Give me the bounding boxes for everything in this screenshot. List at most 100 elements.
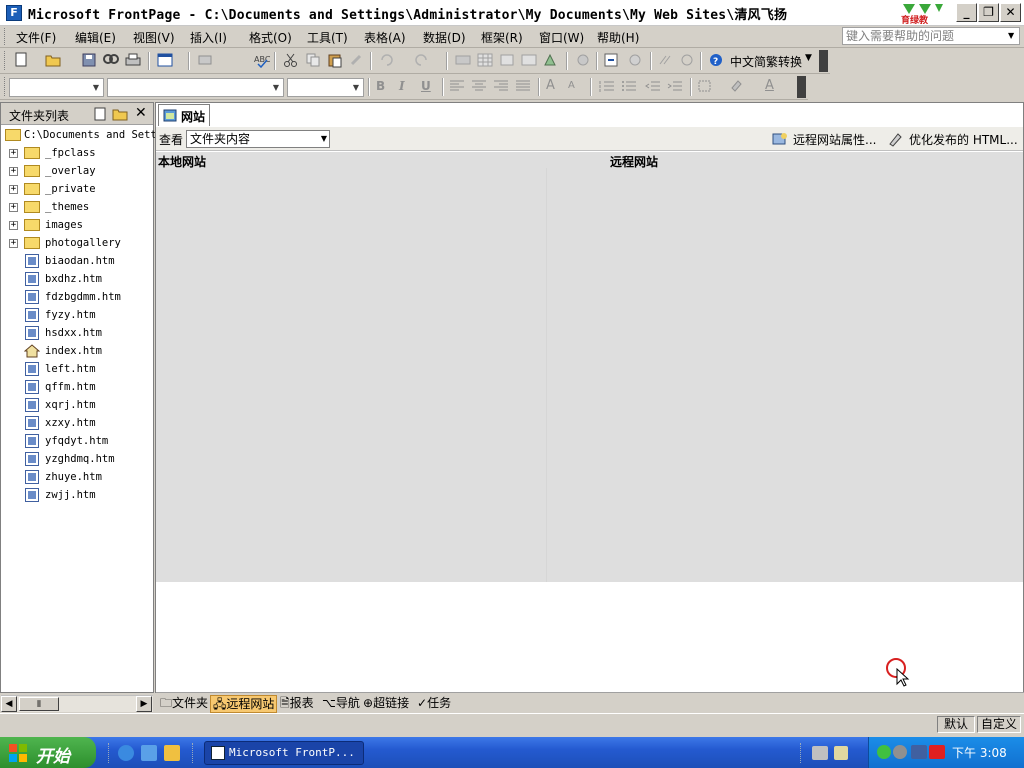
copy-icon[interactable] (304, 52, 322, 68)
tree-file[interactable]: biaodan.htm (1, 252, 153, 270)
insert-layer-icon[interactable] (498, 52, 516, 68)
tree-file[interactable]: xqrj.htm (1, 396, 153, 414)
help-icon[interactable]: ? (707, 52, 725, 68)
print-icon[interactable] (124, 52, 142, 68)
new-page-icon[interactable] (12, 52, 30, 68)
tab-tasks[interactable]: ✓任务 (415, 695, 453, 713)
expand-icon[interactable]: + (9, 167, 18, 176)
menu-data[interactable]: 数据(D) (421, 29, 468, 46)
hyperlink-icon[interactable] (574, 52, 592, 68)
align-left-icon[interactable] (448, 78, 466, 94)
font-color-icon[interactable]: A (765, 78, 774, 93)
publish-icon[interactable] (196, 52, 214, 68)
optimize-icon[interactable] (887, 131, 905, 147)
ie-icon[interactable] (118, 745, 134, 761)
save-icon[interactable] (80, 52, 98, 68)
help-dropdown-arrow[interactable]: ▼ (1008, 28, 1018, 44)
menu-help[interactable]: 帮助(H) (595, 29, 641, 46)
antivirus-icon[interactable] (929, 745, 945, 759)
tab-folders[interactable]: 🗀文件夹 (158, 695, 210, 713)
expand-icon[interactable]: + (9, 239, 18, 248)
restore-button[interactable]: ❐ (978, 3, 999, 22)
numbered-list-icon[interactable] (598, 78, 616, 94)
help-search-input[interactable]: 键入需要帮助的问题 (842, 27, 1020, 45)
chinese-convert-button[interactable]: 中文简繁转换 (730, 53, 802, 70)
toolbar-options-button[interactable] (819, 50, 828, 72)
menu-edit[interactable]: 编辑(E) (73, 29, 118, 46)
tree-file[interactable]: zwjj.htm (1, 486, 153, 504)
toolbar-grip[interactable] (4, 77, 7, 96)
scroll-left-button[interactable]: ◀ (1, 696, 17, 712)
minimize-button[interactable]: _ (956, 3, 977, 22)
security-icon[interactable] (893, 745, 907, 759)
menu-file[interactable]: 文件(F) (14, 29, 58, 46)
tree-file[interactable]: yfqdyt.htm (1, 432, 153, 450)
align-center-icon[interactable] (470, 78, 488, 94)
increase-indent-icon[interactable] (666, 78, 684, 94)
tab-reports[interactable]: 🗎报表 (278, 695, 316, 713)
insert-table-icon[interactable] (476, 52, 494, 68)
toolbar-options-button[interactable] (797, 76, 806, 98)
view-select[interactable]: 文件夹内容 ▼ (186, 130, 330, 148)
redo-icon[interactable] (412, 52, 430, 68)
tab-website[interactable]: 网站 (158, 104, 210, 126)
undo-icon[interactable] (378, 52, 396, 68)
align-right-icon[interactable] (492, 78, 510, 94)
input-method-icon[interactable] (812, 746, 828, 760)
close-icon[interactable]: ✕ (135, 105, 147, 121)
tree-file[interactable]: xzxy.htm (1, 414, 153, 432)
cut-icon[interactable] (282, 52, 300, 68)
tree-file[interactable]: fyzy.htm (1, 306, 153, 324)
taskbar-grip[interactable] (192, 743, 195, 763)
tree-file[interactable]: zhuye.htm (1, 468, 153, 486)
bold-icon[interactable]: B (376, 79, 385, 93)
scroll-thumb[interactable]: ⦀ (19, 697, 59, 711)
menu-format[interactable]: 格式(O) (247, 29, 294, 46)
menu-tools[interactable]: 工具(T) (305, 29, 350, 46)
frontpage-app-icon[interactable]: F (6, 5, 22, 21)
tree-folder[interactable]: + _overlay (1, 162, 153, 180)
underline-icon[interactable]: U (421, 79, 431, 93)
new-page-icon[interactable] (93, 107, 107, 121)
menu-frames[interactable]: 框架(R) (479, 29, 525, 46)
format-painter-icon[interactable] (348, 52, 366, 68)
anchor-icon[interactable] (678, 52, 696, 68)
remote-properties-button[interactable]: 远程网站属性... (793, 131, 876, 148)
chevron-down-icon[interactable]: ▼ (805, 53, 812, 63)
menu-insert[interactable]: 插入(I) (188, 29, 229, 46)
status-custom[interactable]: 自定义 (977, 716, 1021, 733)
increase-font-icon[interactable]: A (546, 78, 555, 93)
font-select[interactable]: ▼ (107, 78, 284, 97)
tree-file[interactable]: hsdxx.htm (1, 324, 153, 342)
tab-navigation[interactable]: ⌥导航 (320, 695, 362, 713)
expand-icon[interactable]: + (9, 149, 18, 158)
web-component-insert-icon[interactable] (454, 52, 472, 68)
search-icon[interactable] (102, 52, 120, 68)
font-size-select[interactable]: ▼ (287, 78, 364, 97)
bullet-list-icon[interactable] (620, 78, 638, 94)
expand-icon[interactable]: + (9, 185, 18, 194)
refresh-icon[interactable] (602, 52, 620, 68)
start-button[interactable]: 开始 (0, 737, 96, 768)
tab-remote-site[interactable]: 🖧远程网站 (210, 695, 278, 713)
toolbar-grip[interactable] (800, 743, 803, 763)
tree-file[interactable]: index.htm (1, 342, 153, 360)
stop-icon[interactable] (626, 52, 644, 68)
clock[interactable]: 下午 3:08 (952, 744, 1007, 761)
tree-folder[interactable]: + _private (1, 180, 153, 198)
menu-table[interactable]: 表格(A) (362, 29, 408, 46)
tree-file[interactable]: fdzbgdmm.htm (1, 288, 153, 306)
taskbar-frontpage-button[interactable]: Microsoft FrontP... (204, 741, 364, 765)
decrease-indent-icon[interactable] (644, 78, 662, 94)
decrease-font-icon[interactable]: A (568, 80, 575, 91)
tree-file[interactable]: left.htm (1, 360, 153, 378)
new-folder-icon[interactable] (112, 107, 128, 121)
highlight-icon[interactable] (728, 78, 746, 94)
tree-folder[interactable]: + photogallery (1, 234, 153, 252)
quicklaunch-grip[interactable] (108, 743, 111, 763)
optimize-publish-button[interactable]: 优化发布的 HTML... (909, 131, 1018, 148)
network-status-icon[interactable] (877, 745, 891, 759)
menu-grip[interactable] (4, 28, 7, 45)
border-icon[interactable] (696, 78, 714, 94)
tree-folder[interactable]: + _themes (1, 198, 153, 216)
